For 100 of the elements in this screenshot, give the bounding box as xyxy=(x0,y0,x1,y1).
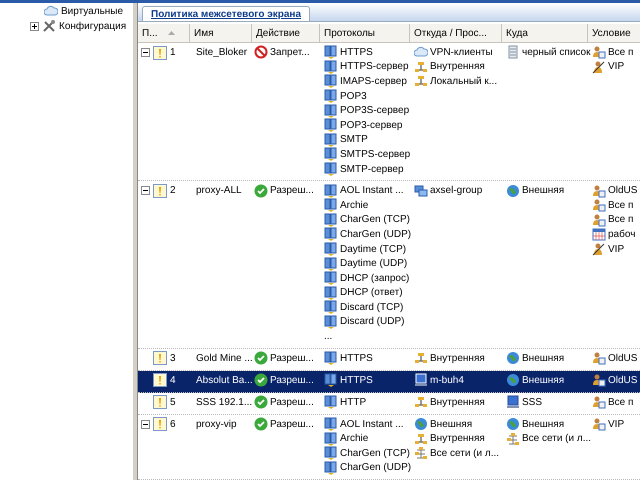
condition-text: Все п xyxy=(608,200,634,211)
protocol-icon xyxy=(324,256,338,271)
protocol-text: Archie xyxy=(340,200,368,211)
protocol-text: DHCP (ответ) xyxy=(340,287,403,298)
rule-name: proxy-vip xyxy=(196,418,237,430)
table-row[interactable]: 6 proxy-vip Разреш... AOL Instant ... Archie CharGen (TCP) CharGen (UDP) Внешняя Внутренняя Все сети (и л... Внешняя Все сети (и л... VIP xyxy=(138,414,640,480)
protocol-icon xyxy=(324,227,338,242)
column-header[interactable]: Имя xyxy=(190,24,252,42)
rule-name: Absolut Ba... xyxy=(196,374,253,386)
column-header[interactable]: Куда xyxy=(502,24,588,42)
globe-icon xyxy=(414,417,428,432)
column-header[interactable]: Условие xyxy=(588,24,640,42)
tree-item[interactable]: Виртуальные xyxy=(61,6,124,16)
protocol-icon xyxy=(324,286,338,300)
rule-number: 2 xyxy=(170,185,176,196)
rule-name: SSS 192.1... xyxy=(196,396,252,408)
collapse-icon[interactable] xyxy=(141,186,150,196)
table-row[interactable]: 1 Site_Bloker Запрет... HTTPS HTTPS-сервер IMAPS-сервер POP3 POP3S-сервер POP3-сервер SMTP SMTPS-сервер SMTP-сервер VPN-клиенты Внутренняя Локальный к... черный список Все п VIP xyxy=(138,43,640,182)
column-header[interactable]: Действие xyxy=(252,24,320,42)
tab[interactable]: Политика межсетевого экрана xyxy=(142,6,310,21)
more-text: ... xyxy=(324,331,332,342)
network-icon xyxy=(414,395,428,410)
destination-text: черный список xyxy=(522,46,590,58)
source-text: Внешняя xyxy=(430,418,472,430)
networks-icon xyxy=(506,432,520,446)
source-text: Внутренняя xyxy=(430,352,485,364)
protocol-icon xyxy=(324,460,338,475)
column-header[interactable]: П... xyxy=(138,24,190,42)
check-icon xyxy=(254,417,268,432)
protocol-text: POP3S-сервер xyxy=(340,105,410,116)
computer-icon xyxy=(506,395,520,410)
condition-text: OldUS xyxy=(608,374,638,386)
table-row[interactable]: 4 Absolut Ba... Разреш... HTTPS m-buh4 Внешняя OldUS xyxy=(138,370,640,393)
protocol-text: POP3 xyxy=(340,90,367,102)
table-row[interactable]: 5 SSS 192.1... Разреш... HTTP Внутренняя SSS Все п xyxy=(138,392,640,415)
users-icon xyxy=(592,45,606,60)
collapse-icon[interactable] xyxy=(141,420,150,429)
users-icon xyxy=(592,351,606,366)
protocol-text: Discard (UDP) xyxy=(340,316,404,328)
protocol-text: POP3-сервер xyxy=(340,120,402,131)
expand-icon[interactable] xyxy=(30,22,39,30)
network-icon xyxy=(414,432,428,446)
protocol-icon xyxy=(324,132,338,147)
action-text: Запрет... xyxy=(270,46,310,58)
protocol-text: DHCP (запрос) xyxy=(340,272,410,284)
protocol-icon xyxy=(324,147,338,162)
protocol-icon xyxy=(324,373,338,388)
action-text: Разреш... xyxy=(270,352,314,364)
protocol-icon xyxy=(324,351,338,366)
tools-icon xyxy=(42,19,56,33)
protocol-text: AOL Instant ... xyxy=(340,185,404,196)
protocol-icon xyxy=(324,242,338,256)
user-icon xyxy=(592,60,606,74)
tree-item[interactable]: Конфигурация xyxy=(59,20,126,32)
rule-number: 1 xyxy=(170,47,176,58)
condition-text: Все п xyxy=(608,214,634,226)
protocol-text: Discard (TCP) xyxy=(340,302,404,313)
prohibited-icon xyxy=(254,45,268,60)
computers-icon xyxy=(414,184,428,198)
protocol-icon xyxy=(324,395,338,410)
column-header[interactable]: Откуда / Прос... xyxy=(410,24,502,42)
cloud-icon xyxy=(44,4,58,18)
destination-text: Внешняя xyxy=(522,185,564,196)
protocol-text: HTTPS xyxy=(340,374,373,386)
protocol-text: HTTP xyxy=(340,396,366,408)
collapse-icon[interactable] xyxy=(141,48,150,57)
rule-number: 6 xyxy=(170,418,176,430)
table-row[interactable] xyxy=(138,181,640,349)
destination-text: Внешняя xyxy=(522,352,564,364)
action-text: Разреш... xyxy=(270,374,314,386)
user-icon xyxy=(592,242,606,256)
source-text: axsel-group xyxy=(430,185,482,196)
protocol-text: Archie xyxy=(340,433,368,444)
check-icon xyxy=(254,351,268,366)
destination-text: Внешняя xyxy=(522,374,564,386)
condition-text: VIP xyxy=(608,61,624,72)
source-text: Локальный к... xyxy=(430,76,498,87)
users-icon xyxy=(592,212,606,227)
globe-icon xyxy=(506,184,520,198)
protocol-text: CharGen (UDP) xyxy=(340,462,412,474)
rule-number: 4 xyxy=(170,374,176,386)
condition-text: VIP xyxy=(608,418,624,430)
users-icon xyxy=(592,198,606,212)
protocol-icon xyxy=(324,198,338,212)
condition-text: OldUS xyxy=(608,352,638,364)
column-header[interactable]: Протоколы xyxy=(320,24,410,42)
source-text: Внутренняя xyxy=(430,396,485,408)
protocol-text: SMTPS-сервер xyxy=(340,148,410,160)
check-icon xyxy=(254,395,268,410)
globe-icon xyxy=(506,417,520,432)
source-text: Внутренняя xyxy=(430,61,485,72)
users-icon xyxy=(592,417,606,432)
protocol-icon xyxy=(324,74,338,88)
source-text: VPN-клиенты xyxy=(430,46,493,58)
rule-name: Gold Mine ... xyxy=(196,352,253,364)
protocol-icon xyxy=(324,118,338,132)
networks-icon xyxy=(414,446,428,460)
protocol-icon xyxy=(324,432,338,446)
action-text: Разреш... xyxy=(270,418,314,430)
protocol-text: CharGen (TCP) xyxy=(340,448,410,459)
